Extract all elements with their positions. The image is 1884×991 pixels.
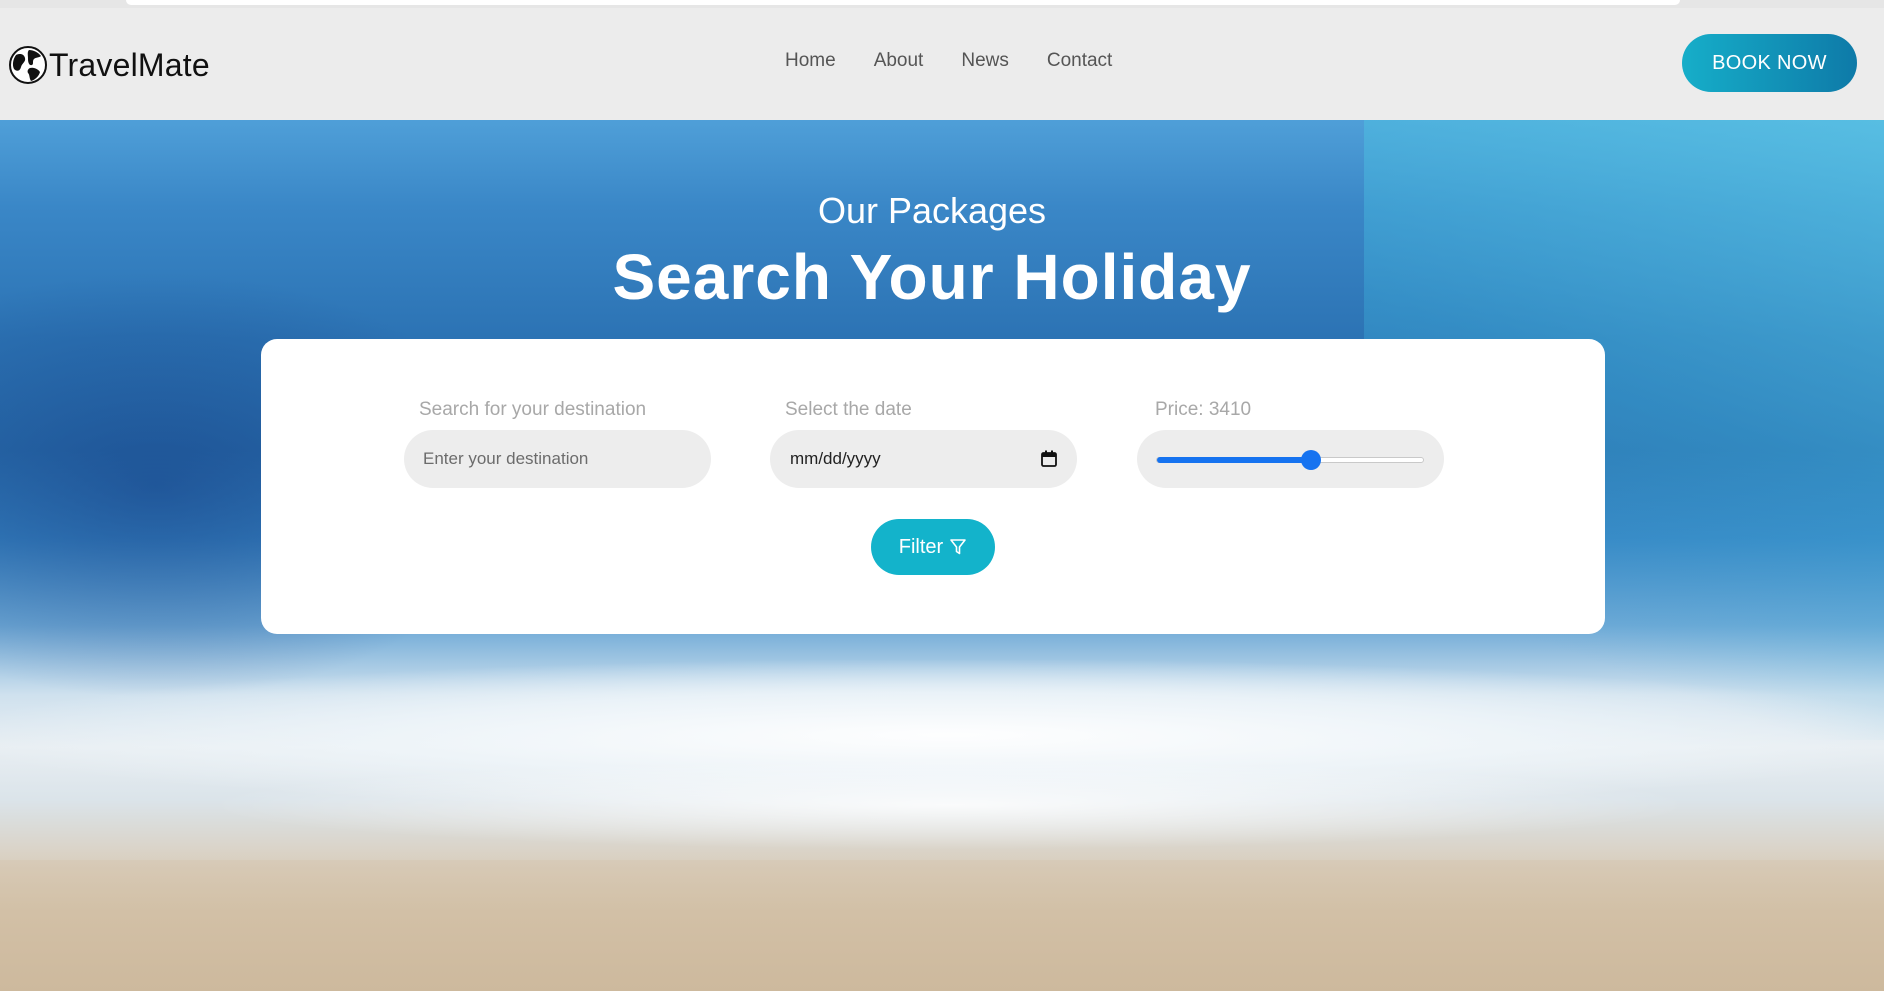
destination-input[interactable] <box>404 430 711 488</box>
filter-funnel-icon <box>950 539 967 555</box>
filter-button-label: Filter <box>898 535 944 558</box>
book-now-button[interactable]: BOOK NOW <box>1682 34 1857 92</box>
hero-wave-foam-secondary <box>200 760 1700 850</box>
brand-name: TravelMate <box>49 46 210 83</box>
nav-about[interactable]: About <box>874 50 924 72</box>
date-input-value: mm/dd/yyyy <box>790 449 881 468</box>
hero-title: Search Your Holiday <box>612 241 1252 313</box>
browser-top-strip <box>0 0 1884 8</box>
price-slider-fill <box>1157 457 1313 463</box>
navbar: TravelMate Home About News Contact BOOK … <box>0 8 1884 120</box>
hero-subtitle: Our Packages <box>817 190 1047 231</box>
hero-beach-sand <box>0 860 1884 991</box>
destination-field[interactable] <box>404 430 711 488</box>
date-label: Select the date <box>785 399 912 420</box>
search-card: Search for your destination Select the d… <box>261 339 1605 634</box>
brand-logo[interactable]: TravelMate <box>8 43 210 87</box>
destination-label: Search for your destination <box>419 399 647 420</box>
price-label: Price: 3410 <box>1155 399 1252 420</box>
price-slider-thumb[interactable] <box>1301 450 1322 470</box>
nav-news[interactable]: News <box>961 50 1009 72</box>
main-nav: Home About News Contact <box>785 50 1112 72</box>
browser-address-area <box>126 0 1680 5</box>
price-slider-track[interactable] <box>1156 457 1424 463</box>
price-field <box>1137 430 1444 488</box>
globe-icon <box>9 46 47 84</box>
calendar-icon[interactable] <box>1041 450 1057 467</box>
date-field[interactable]: mm/dd/yyyy <box>770 430 1077 488</box>
nav-home[interactable]: Home <box>785 50 836 72</box>
nav-contact[interactable]: Contact <box>1047 50 1112 72</box>
filter-button[interactable]: Filter <box>871 519 995 575</box>
